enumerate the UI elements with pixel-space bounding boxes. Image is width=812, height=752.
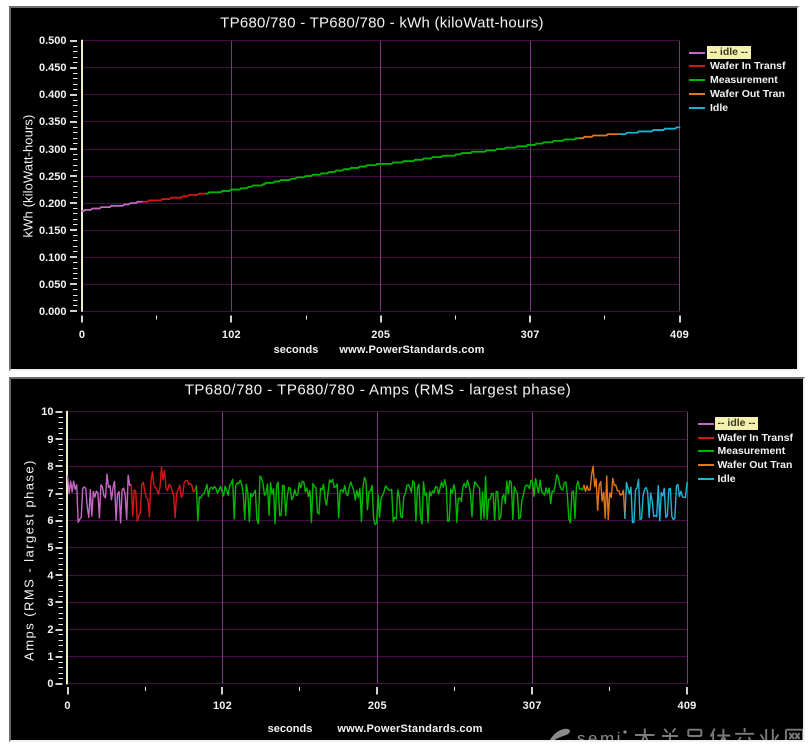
y-tick-label: 6	[47, 515, 53, 527]
watermark-separator-icon	[622, 729, 628, 735]
y-tick-label: 3	[47, 597, 53, 609]
legend-label: Wafer In Transf	[718, 432, 793, 444]
legend-label: Wafer Out Tran	[710, 88, 785, 100]
series-wafer-in-transf	[131, 467, 196, 521]
kwh-chart-title: TP680/780 - TP680/780 - kWh (kiloWatt-ho…	[220, 14, 544, 31]
kwh-chart-plot	[11, 8, 797, 369]
cn-glyph-da	[635, 729, 655, 743]
series-wafer-out-tran	[580, 134, 619, 138]
legend-swatch	[698, 478, 714, 480]
legend-label: -- idle --	[707, 46, 751, 59]
cn-glyph-ti	[711, 729, 731, 743]
legend-label: Idle	[718, 473, 736, 485]
watermark-cn-glyphs	[633, 727, 805, 742]
series-wafer-out-tran	[584, 466, 625, 519]
legend-label: Idle	[710, 102, 728, 114]
series-idle	[625, 479, 687, 522]
legend-swatch	[689, 107, 705, 109]
y-tick-label: 0	[47, 678, 53, 690]
y-tick-label: 0.100	[39, 252, 67, 264]
kwh-y-axis-title: kWh (kiloWatt-hours)	[20, 115, 35, 238]
amps-chart-title: TP680/780 - TP680/780 - Amps (RMS - larg…	[185, 382, 572, 399]
y-tick-label: 0.450	[39, 62, 67, 74]
kwh-chart-panel: TP680/780 - TP680/780 - kWh (kiloWatt-ho…	[9, 6, 799, 371]
series-idle	[620, 127, 680, 134]
legend-swatch	[698, 464, 714, 466]
y-tick-label: 5	[47, 542, 53, 554]
legend-swatch	[689, 93, 705, 95]
amps-website-label: www.PowerStandards.com	[337, 723, 482, 735]
y-tick-label: 0.200	[39, 198, 67, 210]
x-tick-label: 0	[64, 700, 70, 712]
kwh-website-label: www.PowerStandards.com	[339, 344, 484, 356]
y-tick-label: 0.250	[39, 171, 67, 183]
x-tick-label: 102	[213, 700, 232, 712]
y-tick-label: 0.300	[39, 144, 67, 156]
x-tick-label: 102	[222, 329, 241, 341]
legend-swatch	[698, 437, 714, 439]
y-tick-label: 4	[47, 570, 53, 582]
series-measurement	[206, 138, 580, 193]
y-tick-label: 0.500	[39, 35, 67, 47]
cn-glyph-wang	[786, 730, 803, 742]
series-wafer-in-transf	[143, 194, 206, 202]
y-tick-label: 2	[47, 624, 53, 636]
legend-label: Measurement	[718, 445, 786, 457]
cn-glyph-ye	[759, 729, 780, 742]
x-tick-label: 205	[368, 700, 387, 712]
y-tick-label: 7	[47, 488, 53, 500]
y-tick-label: 8	[47, 461, 53, 473]
watermark: semi	[545, 726, 805, 743]
legend-swatch	[689, 52, 705, 54]
series-measurement	[196, 475, 584, 525]
legend-label: Wafer Out Tran	[718, 459, 793, 471]
y-tick-label: 0.050	[39, 279, 67, 291]
legend-swatch	[689, 79, 705, 81]
x-tick-label: 409	[670, 329, 689, 341]
x-tick-label: 0	[79, 329, 85, 341]
amps-x-axis-title: seconds	[268, 723, 313, 735]
cn-glyph-chan	[735, 728, 754, 742]
y-tick-label: 10	[41, 406, 53, 418]
legend-label: Wafer In Transf	[710, 60, 785, 72]
amps-chart-panel: TP680/780 - TP680/780 - Amps (RMS - larg…	[9, 377, 805, 742]
legend-label: Measurement	[710, 74, 778, 86]
y-tick-label: 1	[47, 651, 53, 663]
legend-swatch	[689, 65, 705, 67]
amps-chart-plot	[11, 379, 803, 740]
kwh-x-axis-title: seconds	[274, 344, 319, 356]
y-tick-label: 0.400	[39, 89, 67, 101]
legend-swatch	[698, 423, 714, 425]
watermark-brand: semi	[577, 729, 623, 742]
series-idle	[68, 474, 132, 523]
cn-glyph-ban	[660, 728, 680, 742]
x-tick-label: 205	[371, 329, 390, 341]
watermark-logo-icon	[546, 727, 572, 743]
page: TP680/780 - TP680/780 - kWh (kiloWatt-ho…	[0, 0, 812, 752]
y-tick-label: 0.000	[39, 306, 67, 318]
y-tick-label: 0.350	[39, 116, 67, 128]
cn-glyph-dao	[685, 730, 704, 742]
y-tick-label: 0.150	[39, 225, 67, 237]
x-tick-label: 409	[678, 700, 697, 712]
x-tick-label: 307	[523, 700, 542, 712]
x-tick-label: 307	[521, 329, 540, 341]
legend-label: -- idle --	[715, 417, 759, 430]
y-tick-label: 9	[47, 434, 53, 446]
legend-swatch	[698, 450, 714, 452]
amps-y-axis-title: Amps (RMS - largest phase)	[21, 459, 36, 661]
